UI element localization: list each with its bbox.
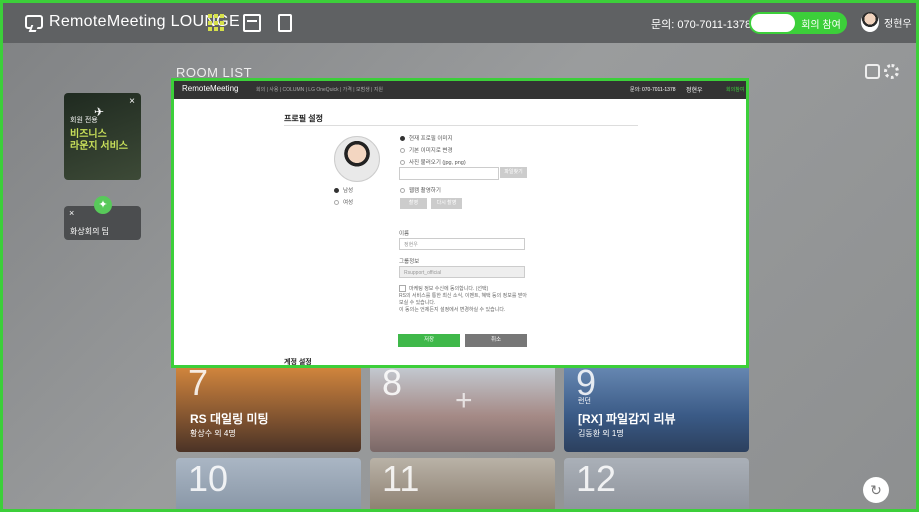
user-menu[interactable]: 정현우 bbox=[861, 12, 912, 32]
join-meeting-toggle[interactable]: 회의 참여 bbox=[749, 12, 847, 34]
room-number: 12 bbox=[576, 458, 617, 499]
radio-female[interactable]: 여성 bbox=[334, 198, 353, 206]
promo-headline: 비즈니스 라운지 서비스 bbox=[70, 129, 128, 153]
consent-detail: RS의 서비스를 통한 최신 소식, 이벤트, 혜택 등의 정보를 받아 보실 … bbox=[399, 292, 528, 306]
tip-card[interactable]: × ✦ 화상회의 팁 bbox=[64, 196, 141, 240]
plus-icon[interactable]: + bbox=[455, 384, 473, 418]
modal-top-bar: RemoteMeeting 회의 | 사용 | COLUMN | LG OneQ… bbox=[174, 81, 746, 99]
user-name: 정현우 bbox=[884, 18, 912, 30]
calendar-icon[interactable] bbox=[243, 14, 261, 32]
room-tile[interactable]: 11 bbox=[370, 458, 555, 512]
group-input: Rsupport_official bbox=[399, 266, 525, 278]
modal-logo[interactable]: RemoteMeeting bbox=[182, 84, 238, 93]
join-meeting-label: 회의 참여 bbox=[801, 20, 841, 31]
modal-user[interactable]: 정현우 bbox=[686, 85, 703, 94]
file-browse-button[interactable]: 파일찾기 bbox=[500, 167, 527, 178]
profile-section-title: 프로필 설정 bbox=[284, 114, 324, 123]
document-icon[interactable] bbox=[278, 14, 292, 32]
retake-button[interactable]: 다시 촬영 bbox=[431, 198, 462, 209]
room-number: 7 bbox=[188, 362, 209, 403]
promo-headline-line2: 라운지 서비스 bbox=[70, 141, 128, 152]
radio-dot bbox=[400, 135, 405, 141]
file-path-input[interactable] bbox=[399, 167, 499, 180]
marketing-consent[interactable]: 마케팅 정보 수신에 동의합니다. (선택) RS의 서비스를 통한 최신 소식… bbox=[399, 285, 529, 314]
modal-join[interactable]: 회의참여 bbox=[726, 86, 744, 93]
radio-current-label: 현재 프로필 이미지 bbox=[409, 136, 453, 142]
room-tile[interactable]: 8 + bbox=[370, 362, 555, 452]
contact-phone: 문의: 070-7011-1378 bbox=[651, 19, 752, 31]
promo-headline-line1: 비즈니스 bbox=[70, 129, 107, 140]
toggle-knob bbox=[751, 14, 795, 32]
room-title: RS 대일링 미팅 bbox=[190, 412, 269, 426]
radio-dot bbox=[334, 199, 339, 205]
radio-dot bbox=[334, 187, 339, 193]
save-button[interactable]: 저장 bbox=[398, 334, 460, 347]
radio-webcam[interactable]: 웹캠 촬영하기 bbox=[400, 186, 441, 194]
room-tile[interactable]: 12 bbox=[564, 458, 749, 512]
room-location: 런던 bbox=[578, 398, 591, 405]
room-tile[interactable]: 7 RS 대일링 미팅 황상수 외 4명 bbox=[176, 362, 361, 452]
consent-note: 이 동의는 언제든지 설정에서 변경하실 수 있습니다. bbox=[399, 306, 506, 313]
room-number: 11 bbox=[382, 458, 420, 499]
room-participants: 김동환 외 1명 bbox=[578, 429, 624, 438]
support-icon[interactable]: ↻ bbox=[863, 477, 889, 503]
radio-dot bbox=[400, 159, 405, 165]
radio-default-image[interactable]: 기본 이미지로 변경 bbox=[400, 146, 453, 154]
consent-title: 마케팅 정보 수신에 동의합니다. (선택) bbox=[409, 285, 489, 292]
name-label: 이름 bbox=[399, 231, 410, 237]
consent-checkbox[interactable] bbox=[399, 285, 406, 292]
radio-upload-photo[interactable]: 사진 불러오기 (jpg, png) bbox=[400, 158, 466, 166]
account-section-title: 계정 설정 bbox=[284, 359, 312, 366]
room-title: [RX] 파일감지 리뷰 bbox=[578, 412, 676, 426]
radio-male[interactable]: 남성 bbox=[334, 186, 353, 194]
close-icon[interactable]: × bbox=[69, 208, 74, 218]
room-number: 8 bbox=[382, 362, 403, 403]
room-number: 10 bbox=[188, 458, 229, 499]
promo-card[interactable]: × ✈ 회원 전용 비즈니스 라운지 서비스 bbox=[64, 93, 141, 180]
room-participants: 황상수 외 4명 bbox=[190, 429, 236, 438]
cancel-button[interactable]: 취소 bbox=[465, 334, 527, 347]
top-bar: RemoteMeeting LOUNGE 문의: 070-7011-1378 회… bbox=[3, 3, 916, 43]
tip-label: 화상회의 팁 bbox=[70, 227, 110, 236]
radio-current-image[interactable]: 현재 프로필 이미지 bbox=[400, 134, 453, 142]
name-input[interactable]: 정현우 bbox=[399, 238, 525, 250]
room-tile[interactable]: 9 런던 [RX] 파일감지 리뷰 김동환 외 1명 bbox=[564, 362, 749, 452]
logo-chat-icon bbox=[25, 15, 43, 29]
promo-small-text: 회원 전용 bbox=[70, 117, 98, 124]
radio-upload-label: 사진 불러오기 (jpg, png) bbox=[409, 160, 466, 166]
radio-default-label: 기본 이미지로 변경 bbox=[409, 148, 453, 154]
group-label: 그룹정보 bbox=[399, 259, 420, 265]
room-tile[interactable]: 10 bbox=[176, 458, 361, 512]
profile-settings-window: RemoteMeeting 회의 | 사용 | COLUMN | LG OneQ… bbox=[171, 78, 749, 368]
radio-dot bbox=[400, 187, 405, 193]
radio-dot bbox=[400, 147, 405, 153]
divider bbox=[284, 125, 638, 126]
close-icon[interactable]: × bbox=[129, 96, 135, 107]
radio-female-label: 여성 bbox=[343, 200, 354, 206]
radio-male-label: 남성 bbox=[343, 188, 354, 194]
modal-nav[interactable]: 회의 | 사용 | COLUMN | LG OneQuick | 가격 | 모범… bbox=[256, 86, 383, 93]
room-search-icon[interactable] bbox=[865, 64, 880, 79]
profile-image bbox=[334, 136, 380, 182]
radio-webcam-label: 웹캠 촬영하기 bbox=[409, 188, 441, 194]
avatar bbox=[861, 12, 879, 32]
room-tools bbox=[865, 64, 899, 79]
room-grid-icon[interactable] bbox=[208, 14, 226, 32]
modal-contact: 문의: 070-7011-1378 bbox=[630, 87, 676, 93]
gear-icon[interactable] bbox=[884, 64, 899, 79]
capture-button[interactable]: 촬영 bbox=[400, 198, 427, 209]
lightbulb-icon: ✦ bbox=[94, 196, 112, 214]
